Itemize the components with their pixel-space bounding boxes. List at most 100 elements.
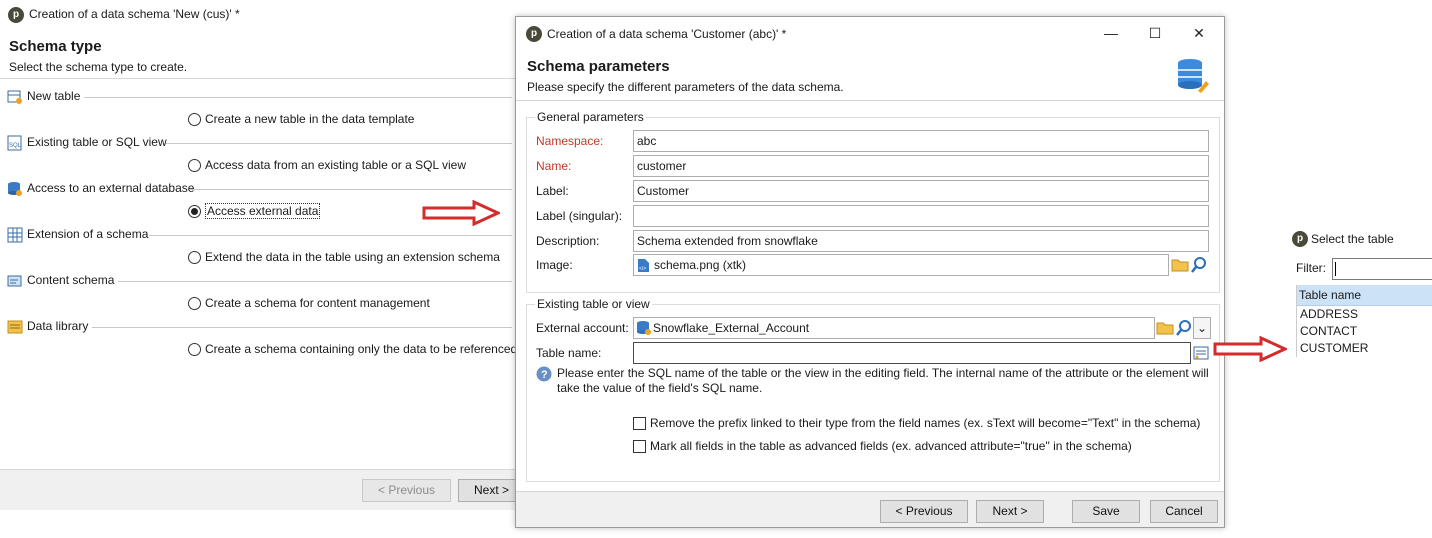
name-field[interactable]: customer bbox=[633, 155, 1209, 177]
previous-button[interactable]: < Previous bbox=[880, 500, 968, 523]
select-table-title: Select the table bbox=[1311, 232, 1394, 246]
namespace-field[interactable]: abc bbox=[633, 130, 1209, 152]
divider bbox=[190, 189, 512, 190]
red-arrow-icon bbox=[1213, 336, 1287, 362]
name-label: Name: bbox=[536, 159, 572, 173]
option-content[interactable]: Create a schema for content management bbox=[188, 295, 430, 311]
svg-text:</>: </> bbox=[639, 266, 646, 272]
external-account-label: External account: bbox=[536, 321, 629, 335]
xml-file-icon: </> bbox=[638, 259, 649, 272]
schema-parameters-title: Schema parameters bbox=[527, 58, 670, 75]
external-account-value: Snowflake_External_Account bbox=[653, 321, 810, 335]
sql-icon: SQL bbox=[7, 135, 22, 151]
svg-text:?: ? bbox=[541, 369, 548, 381]
cancel-button[interactable]: Cancel bbox=[1150, 500, 1218, 523]
divider bbox=[118, 281, 512, 282]
option-library[interactable]: Create a schema containing only the data… bbox=[188, 341, 517, 357]
radio-extension[interactable] bbox=[188, 250, 201, 264]
schema-type-title: Schema type bbox=[9, 38, 102, 55]
section-extension-label: Extension of a schema bbox=[27, 227, 149, 241]
option-existing-table[interactable]: Access data from an existing table or a … bbox=[188, 157, 466, 173]
list-item[interactable]: CUSTOMER bbox=[1297, 340, 1432, 357]
save-label: Save bbox=[1092, 504, 1120, 518]
next-label: Next > bbox=[992, 504, 1028, 518]
app-logo-icon: p bbox=[8, 7, 24, 23]
schema-parameters-dialog: p Creation of a data schema 'Customer (a… bbox=[515, 16, 1225, 528]
save-button[interactable]: Save bbox=[1072, 500, 1140, 523]
section-external-db-label: Access to an external database bbox=[27, 181, 195, 195]
radio-existing-table[interactable] bbox=[188, 158, 201, 172]
left-next-button[interactable]: Next > bbox=[458, 479, 520, 502]
search-icon[interactable] bbox=[1174, 318, 1194, 338]
chevron-down-icon[interactable]: ⌄ bbox=[1193, 317, 1211, 339]
section-library-label: Data library bbox=[27, 319, 89, 333]
option-extension[interactable]: Extend the data in the table using an ex… bbox=[188, 249, 500, 265]
remove-prefix-label: Remove the prefix linked to their type f… bbox=[650, 416, 1201, 430]
list-item[interactable]: CONTACT bbox=[1297, 323, 1432, 340]
left-window-header: Schema type Select the schema type to cr… bbox=[0, 30, 520, 78]
search-icon[interactable] bbox=[1189, 255, 1209, 275]
radio-external-data[interactable] bbox=[188, 204, 201, 218]
svg-text:SQL: SQL bbox=[9, 143, 22, 149]
advanced-fields-option[interactable]: Mark all fields in the table as advanced… bbox=[633, 439, 1132, 453]
table-list-icon[interactable] bbox=[1191, 343, 1211, 363]
next-button[interactable]: Next > bbox=[976, 500, 1044, 523]
image-value: schema.png (xtk) bbox=[654, 258, 747, 272]
divider bbox=[166, 143, 512, 144]
option-external-data-label: Access external data bbox=[205, 203, 321, 219]
content-icon bbox=[7, 275, 22, 287]
select-table-panel: p Select the table Filter: Table name AD… bbox=[1290, 228, 1432, 368]
section-existing-table-label: Existing table or SQL view bbox=[27, 135, 167, 149]
filter-input[interactable] bbox=[1332, 258, 1432, 280]
maximize-icon[interactable]: ☐ bbox=[1133, 21, 1177, 45]
remove-prefix-option[interactable]: Remove the prefix linked to their type f… bbox=[633, 416, 1200, 430]
option-existing-table-label: Access data from an existing table or a … bbox=[205, 158, 467, 172]
previous-label: < Previous bbox=[895, 504, 953, 518]
radio-new-table[interactable] bbox=[188, 112, 201, 126]
image-field[interactable]: </> schema.png (xtk) bbox=[633, 254, 1169, 276]
folder-icon[interactable] bbox=[1170, 255, 1190, 275]
external-account-field[interactable]: Snowflake_External_Account bbox=[633, 317, 1155, 339]
radio-library[interactable] bbox=[188, 342, 201, 356]
radio-content[interactable] bbox=[188, 296, 201, 310]
advanced-fields-checkbox[interactable] bbox=[633, 439, 646, 453]
divider bbox=[84, 97, 512, 98]
description-label: Description: bbox=[536, 234, 600, 248]
table-grid-icon bbox=[7, 227, 23, 243]
option-extension-label: Extend the data in the table using an ex… bbox=[205, 250, 500, 264]
schema-type-window: p Creation of a data schema 'New (cus)' … bbox=[0, 0, 520, 510]
help-text-line2: take the value of the field's SQL name. bbox=[557, 381, 763, 395]
label-field[interactable]: Customer bbox=[633, 180, 1209, 202]
folder-icon[interactable] bbox=[1155, 318, 1175, 338]
left-window-titlebar: p Creation of a data schema 'New (cus)' … bbox=[0, 0, 520, 30]
remove-prefix-checkbox[interactable] bbox=[633, 416, 646, 430]
option-content-label: Create a schema for content management bbox=[205, 296, 430, 310]
close-icon[interactable]: ✕ bbox=[1177, 21, 1221, 45]
schema-parameters-subtitle: Please specify the different parameters … bbox=[527, 80, 844, 94]
schema-type-body: New table Create a new table in the data… bbox=[0, 78, 520, 470]
table-name-field[interactable] bbox=[633, 342, 1191, 364]
description-field[interactable]: Schema extended from snowflake bbox=[633, 230, 1209, 252]
existing-table-group: Existing table or view External account:… bbox=[526, 297, 1220, 482]
image-label: Image: bbox=[536, 258, 573, 272]
database-wrench-icon bbox=[1178, 59, 1209, 93]
option-new-table[interactable]: Create a new table in the data template bbox=[188, 111, 414, 127]
label-singular-field[interactable] bbox=[633, 205, 1209, 227]
table-name-column-header[interactable]: Table name bbox=[1297, 285, 1432, 306]
section-content-label: Content schema bbox=[27, 273, 115, 287]
schema-type-subtitle: Select the schema type to create. bbox=[9, 60, 188, 74]
dialog-footer: < Previous Next > Save Cancel bbox=[516, 491, 1224, 527]
left-previous-button[interactable]: < Previous bbox=[362, 479, 451, 502]
dialog-header: Schema parameters Please specify the dif… bbox=[516, 49, 1224, 101]
section-new-table-label: New table bbox=[27, 89, 81, 103]
list-item[interactable]: ADDRESS bbox=[1297, 306, 1432, 323]
app-logo-icon: p bbox=[526, 26, 542, 42]
namespace-label: Namespace: bbox=[536, 134, 604, 148]
minimize-icon[interactable]: — bbox=[1089, 21, 1133, 45]
table-list: Table name ADDRESS CONTACT CUSTOMER bbox=[1296, 285, 1432, 357]
table-name-label: Table name: bbox=[536, 346, 602, 360]
dialog-titlebar: p Creation of a data schema 'Customer (a… bbox=[516, 17, 1224, 49]
general-parameters-title: General parameters bbox=[535, 110, 646, 124]
help-icon: ? bbox=[536, 366, 552, 382]
option-external-data[interactable]: Access external data bbox=[188, 203, 321, 219]
